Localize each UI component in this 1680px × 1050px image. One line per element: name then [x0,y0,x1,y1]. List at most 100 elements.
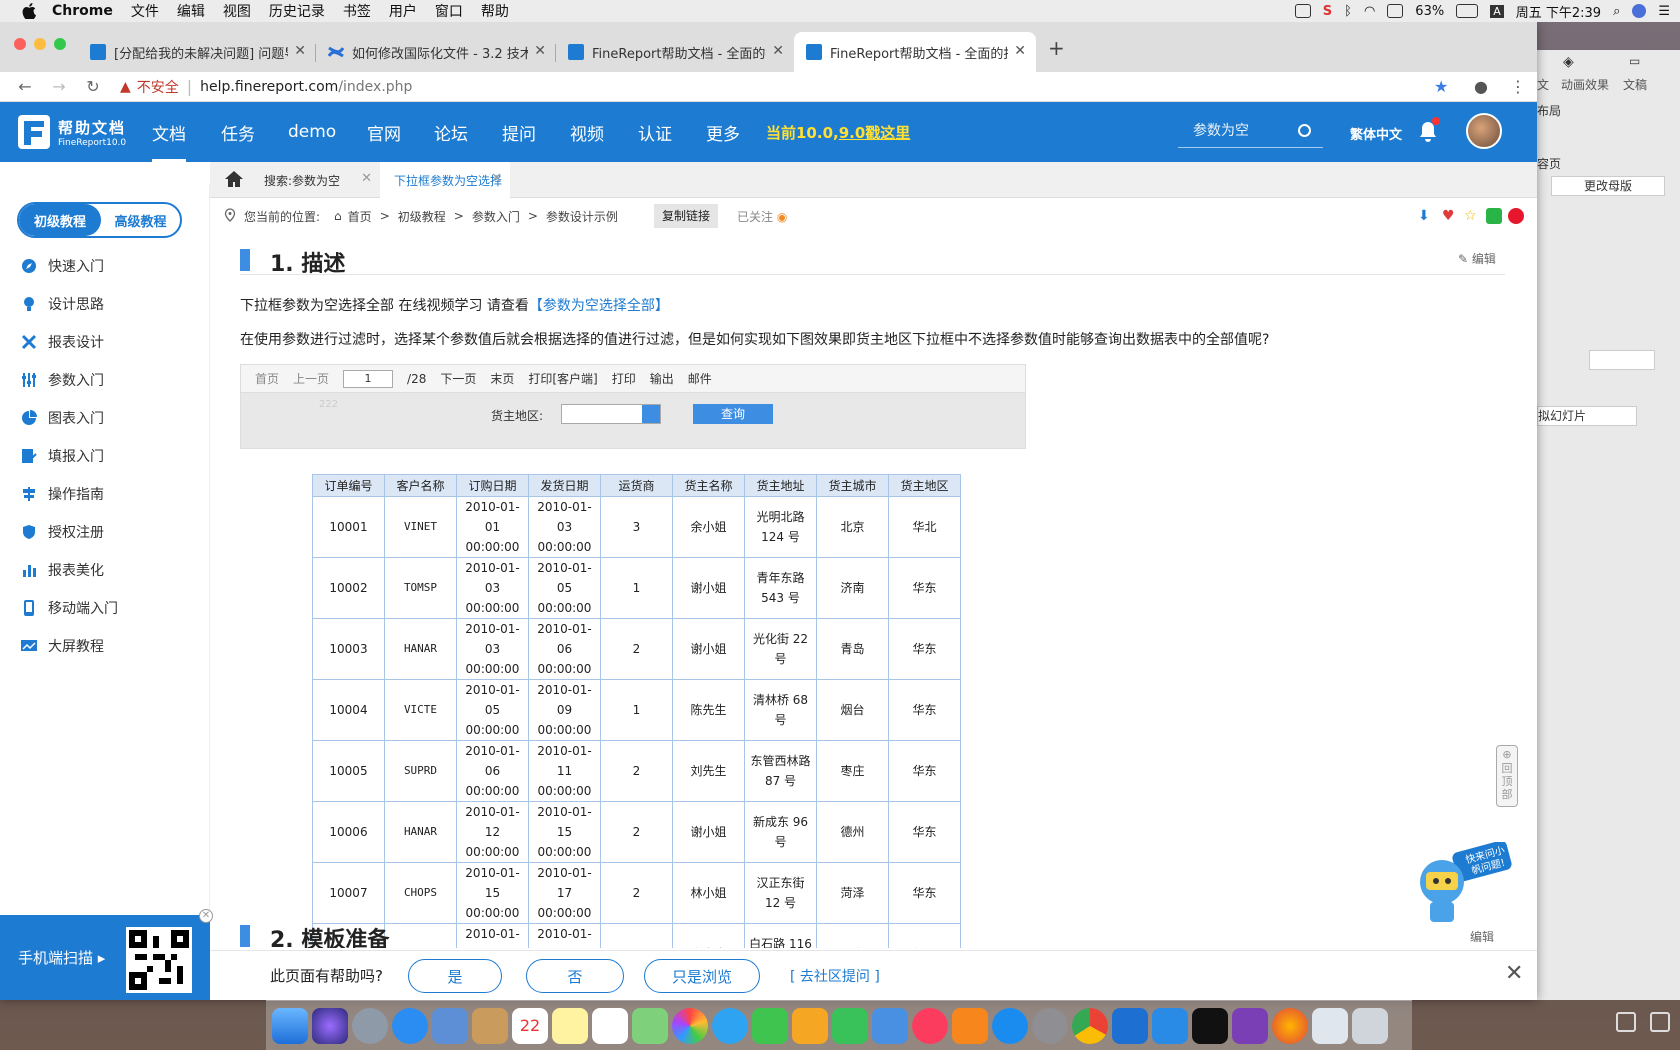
menu-dots-icon[interactable]: ⋮ [1510,77,1526,96]
apple-icon[interactable] [20,2,38,20]
nav-docs[interactable]: 文档 [152,102,186,162]
spotlight-icon[interactable]: ⌕ [1613,4,1620,19]
video-link[interactable]: 【参数为空选择全部】 [529,298,669,314]
nav-forum[interactable]: 论坛 [434,102,468,162]
heart-icon[interactable]: ♥ [1442,208,1458,224]
music-icon[interactable] [912,1007,948,1044]
s-app-status-icon[interactable]: S [1323,4,1332,19]
browser-tab[interactable]: 如何修改国际化文件 - 3.2 技术支 ✕ [316,32,556,72]
feedback-yes-button[interactable]: 是 [408,959,502,993]
app-store-icon[interactable] [992,1007,1028,1044]
contacts-icon[interactable] [472,1007,508,1044]
community-ask-link[interactable]: [ 去社区提问 ] [790,966,880,986]
numbers-icon[interactable] [832,1007,868,1044]
level-basic-button[interactable]: 初级教程 [19,204,101,236]
tab-close-icon[interactable]: ✕ [534,43,546,59]
feedback-browse-button[interactable]: 只是浏览 [644,959,760,993]
keynote-icon[interactable] [872,1007,908,1044]
pages-icon[interactable] [792,1007,828,1044]
reminders-icon[interactable] [592,1007,628,1044]
menu-edit[interactable]: 编辑 [177,1,205,21]
doc-tab-close-icon[interactable]: ✕ [361,171,372,186]
finder-icon[interactable] [272,1007,308,1044]
sidebar-item-fill-intro[interactable]: 填报入门 [20,443,104,469]
chrome-icon[interactable] [1072,1007,1108,1044]
menu-window[interactable]: 窗口 [435,1,463,21]
sidebar-item-chart-intro[interactable]: 图表入门 [20,405,104,431]
avatar[interactable] [1466,113,1502,149]
battery-percent[interactable]: 63% [1415,4,1444,19]
new-tab-button[interactable]: + [1048,36,1065,60]
nav-video[interactable]: 视频 [570,102,604,162]
assistant-mascot[interactable]: 快来问小帆问题! [1410,840,1514,926]
close-window-button[interactable] [14,38,26,50]
battery-icon[interactable] [1456,4,1479,18]
notification-center-icon[interactable]: ☰ [1658,4,1670,19]
tab-close-icon[interactable]: ✕ [294,43,306,59]
sidebar-item-license[interactable]: 授权注册 [20,519,104,545]
sidebar-item-design-ideas[interactable]: 设计思路 [20,291,104,317]
tab-close-icon[interactable]: ✕ [1014,43,1026,59]
change-master-button[interactable]: 更改母版 [1551,176,1665,196]
breadcrumb-home-icon[interactable]: ⌂ [334,209,342,223]
warning-icon[interactable]: ▲ [120,79,131,95]
animation-icon[interactable]: ◈ [1563,54,1574,70]
zoom-window-button[interactable] [54,38,66,50]
menu-view[interactable]: 视图 [223,1,251,21]
terminal-icon[interactable] [1192,1007,1228,1044]
siri-icon[interactable] [1632,4,1647,18]
breadcrumb-item[interactable]: 参数设计示例 [546,208,618,225]
edit-link[interactable]: ✎ 编辑 [1458,250,1496,267]
home-icon[interactable] [224,170,244,188]
animation-label[interactable]: 动画效果 [1561,76,1609,93]
screen-icon[interactable] [1650,1012,1670,1032]
clipboard-status-icon[interactable] [1294,4,1311,18]
safari-icon[interactable] [392,1007,428,1044]
feedback-close-icon[interactable]: ✕ [1505,961,1523,986]
sidebar-item-param-intro[interactable]: 参数入门 [20,367,104,393]
doc-tab-close-icon[interactable]: ✕ [491,171,502,186]
onenote-icon[interactable] [1232,1007,1268,1044]
notes-icon[interactable] [552,1007,588,1044]
maps-icon[interactable] [632,1007,668,1044]
pause-icon[interactable] [1616,1012,1636,1032]
facetime-icon[interactable] [752,1007,788,1044]
value-field[interactable] [1589,350,1655,370]
forward-arrow-icon[interactable]: → [50,77,68,96]
nav-tasks[interactable]: 任务 [221,102,255,162]
edit-link-2[interactable]: 编辑 [1470,928,1494,945]
menu-help[interactable]: 帮助 [481,1,509,21]
nav-more[interactable]: 更多 [706,102,740,162]
download-icon[interactable]: ⬇ [1418,208,1434,224]
wifi-icon[interactable]: ◠ [1364,4,1375,19]
doc-tab-search[interactable]: 搜索:参数为空 ✕ [250,162,380,198]
follow-status[interactable]: 已关注 ◉ [737,208,787,225]
books-icon[interactable] [952,1007,988,1044]
browser-tab[interactable]: FineReport帮助文档 - 全面的报 ✕ [556,32,794,72]
browser-tab[interactable]: [分配给我的未解决问题] 问题导 ✕ [78,32,316,72]
site-logo[interactable]: 帮助文档 FineReport10.0 [18,115,126,149]
back-to-top-button[interactable]: ⊕ 回顶部 [1496,745,1518,807]
document-icon[interactable]: ▭ [1629,54,1640,68]
launchpad-icon[interactable] [352,1007,388,1044]
firefox-icon[interactable] [1272,1007,1308,1044]
nav-official-site[interactable]: 官网 [367,102,401,162]
trash-icon[interactable] [1352,1007,1388,1044]
breadcrumb-item[interactable]: 参数入门 [472,208,520,225]
breadcrumb-home[interactable]: 首页 [348,208,372,225]
feedback-no-button[interactable]: 否 [526,959,624,993]
photos-icon[interactable] [672,1007,708,1044]
version-promo-link[interactable]: 9.0戳这里 [839,124,911,142]
s-app-icon[interactable] [1112,1007,1148,1044]
siri-dock-icon[interactable] [312,1007,348,1044]
sidebar-item-report-beautify[interactable]: 报表美化 [20,557,104,583]
system-preferences-icon[interactable] [1032,1007,1068,1044]
menu-clock[interactable]: 周五 下午2:39 [1516,2,1601,21]
traditional-chinese-toggle[interactable]: 繁体中文 [1350,124,1402,143]
menu-bookmarks[interactable]: 书签 [343,1,371,21]
back-arrow-icon[interactable]: ← [16,77,34,96]
level-advanced-button[interactable]: 高级教程 [101,204,180,236]
browser-tab-active[interactable]: FineReport帮助文档 - 全面的报 ✕ [794,32,1036,72]
weibo-icon[interactable] [1508,208,1524,224]
preview-app-icon[interactable] [432,1007,468,1044]
